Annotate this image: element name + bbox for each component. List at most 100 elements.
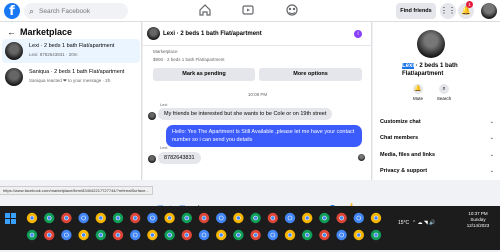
chevron-down-icon: ⌄ xyxy=(489,168,494,174)
top-navigation-bar: f ⌕ Find friends ⋮⋮ 🔔 1 xyxy=(0,0,500,22)
chrome-app-icon-center xyxy=(167,215,172,221)
mark-as-pending-button[interactable]: Mark as pending xyxy=(153,68,255,81)
facebook-logo[interactable]: f xyxy=(4,3,20,19)
chrome-app-icon-center xyxy=(322,232,327,238)
chrome-app-icon-center xyxy=(322,215,327,221)
chrome-app-icon-center xyxy=(201,215,207,221)
chrome-app-icon-center xyxy=(81,232,86,238)
chrome-app-icon-center xyxy=(184,232,190,238)
message-timestamp: 10:08 PM xyxy=(247,92,268,97)
chrome-app-icon-center xyxy=(236,232,241,238)
chrome-app-icon-center xyxy=(218,232,224,238)
listing-summary: $900 · 2 beds 1 bath Flat/apartment xyxy=(153,57,225,62)
mute-button[interactable]: 🔔 Mute xyxy=(406,84,430,101)
chrome-app-icon-center xyxy=(218,215,224,221)
sender-avatar xyxy=(148,112,156,120)
account-avatar[interactable] xyxy=(481,3,497,19)
chrome-app-icon-center xyxy=(115,215,121,221)
chrome-app-icon-center xyxy=(184,215,190,221)
home-icon[interactable] xyxy=(198,3,212,17)
chrome-app-icon-center xyxy=(64,232,69,238)
conversation-item[interactable]: Lexi · 2 beds 1 bath Flat/apartment Lexi… xyxy=(2,39,140,63)
sidebar-title: ← Marketplace xyxy=(7,27,73,37)
system-tray[interactable]: 15°C ⌃ ☁ ◥ 🔊 xyxy=(398,220,435,226)
incoming-message: My friends be interested but she wants t… xyxy=(158,108,333,120)
windows-taskbar: 15°C ⌃ ☁ ◥ 🔊 10:37 PM Sunday 12/14/2023 xyxy=(0,206,500,250)
weather-temperature[interactable]: 15°C xyxy=(398,220,409,226)
chrome-app-icon-center xyxy=(236,215,241,221)
chrome-app-icon-center xyxy=(150,232,155,238)
privacy-support-row[interactable]: Privacy & support ⌄ xyxy=(380,168,494,174)
chat-members-row[interactable]: Chat members ⌄ xyxy=(380,135,494,141)
chrome-app-icon-center xyxy=(64,215,69,221)
conversation-name: Saniqua · 2 beds 1 bath Flat/apartment xyxy=(29,69,125,75)
chrome-app-icon-center xyxy=(98,215,104,221)
chevron-down-icon: ⌄ xyxy=(489,152,494,158)
conversation-name: Lexi · 2 beds 1 bath Flat/apartment xyxy=(29,43,115,49)
windows-start-icon[interactable] xyxy=(5,213,16,224)
chrome-app-icon-center xyxy=(81,215,86,221)
chrome-app-icon-center xyxy=(253,215,258,221)
find-friends-button[interactable]: Find friends xyxy=(396,3,436,19)
chrome-app-icon-center xyxy=(98,232,104,238)
search-icon: ⌕ xyxy=(439,84,449,94)
sender-avatar xyxy=(148,155,156,163)
notification-badge: 1 xyxy=(466,1,473,8)
chrome-app-icon-center xyxy=(270,215,276,221)
chrome-app-icon-center xyxy=(132,215,138,221)
chrome-app-icon-center xyxy=(201,232,207,238)
chrome-app-icon-center xyxy=(167,232,172,238)
conversation-preview: Saniqua reacted ❤ to your message · 2h xyxy=(29,78,111,83)
chrome-app-icon-center xyxy=(29,215,35,221)
chevron-down-icon: ⌄ xyxy=(489,135,494,141)
incoming-message: 8782643831 xyxy=(158,152,201,164)
chrome-app-icon-center xyxy=(356,232,362,238)
chrome-app-icon-center xyxy=(150,215,155,221)
search-box[interactable]: ⌕ xyxy=(24,3,128,19)
chat-title[interactable]: Lexi · 2 beds 1 bath Flat/apartment xyxy=(163,31,262,37)
chrome-app-icon-center xyxy=(253,232,258,238)
sender-name: Lexi xyxy=(160,102,168,107)
link-status-bar: https://www.facebook.com/marketplace/ite… xyxy=(0,186,153,195)
chrome-app-icon-center xyxy=(339,232,344,238)
chrome-app-icon-center xyxy=(356,215,362,221)
chrome-app-icon-center xyxy=(115,232,121,238)
chevron-down-icon: ⌄ xyxy=(489,119,494,125)
chrome-app-icon-center xyxy=(339,215,344,221)
chrome-app-icon-center xyxy=(373,232,379,238)
chrome-app-icon-center xyxy=(132,232,138,238)
outgoing-message: Hello: Yes The Apartment Is Still Availa… xyxy=(166,125,362,147)
conversation-thumbnail xyxy=(5,42,23,60)
info-icon[interactable]: i xyxy=(354,30,362,38)
chrome-app-icon-center xyxy=(373,215,379,221)
customize-chat-row[interactable]: Customize chat ⌄ xyxy=(380,119,494,125)
chrome-app-icon-center xyxy=(304,215,310,221)
conversation-item[interactable]: Saniqua · 2 beds 1 bath Flat/apartment S… xyxy=(2,65,140,89)
chrome-app-icon-center xyxy=(46,232,52,238)
taskbar-clock[interactable]: 10:37 PM Sunday 12/14/2023 xyxy=(458,211,498,229)
chrome-app-icon-center xyxy=(46,215,52,221)
more-options-button[interactable]: More options xyxy=(259,68,362,81)
bell-icon: 🔔 xyxy=(413,84,423,94)
conversation-preview: Lexi: 8782643831 · 20m xyxy=(29,52,78,57)
groups-icon[interactable] xyxy=(285,3,299,17)
taskbar-app-icons[interactable] xyxy=(2,209,390,247)
search-conversation-button[interactable]: ⌕ Search xyxy=(432,84,456,101)
chrome-app-icon-center xyxy=(287,232,293,238)
search-input[interactable] xyxy=(39,3,125,19)
chrome-app-icon-center xyxy=(287,215,293,221)
search-icon: ⌕ xyxy=(29,6,35,16)
menu-grid-icon[interactable]: ⋮⋮ xyxy=(440,3,456,19)
chrome-app-icon-center xyxy=(29,232,35,238)
seen-indicator-avatar xyxy=(358,154,365,161)
listing-caption: Marketplace xyxy=(153,49,178,54)
back-arrow-icon[interactable]: ← xyxy=(7,27,16,37)
video-icon[interactable] xyxy=(241,3,255,17)
media-files-links-row[interactable]: Media, files and links ⌄ xyxy=(380,152,494,158)
contact-name: Lexi · 2 beds 1 bath Flat/apartment xyxy=(402,63,458,77)
contact-avatar xyxy=(417,30,445,58)
chat-window: Lexi · 2 beds 1 bath Flat/apartment i Ma… xyxy=(143,22,372,214)
chrome-app-icon-center xyxy=(304,232,310,238)
chat-thumbnail xyxy=(147,27,160,40)
conversation-thumbnail xyxy=(5,68,23,86)
